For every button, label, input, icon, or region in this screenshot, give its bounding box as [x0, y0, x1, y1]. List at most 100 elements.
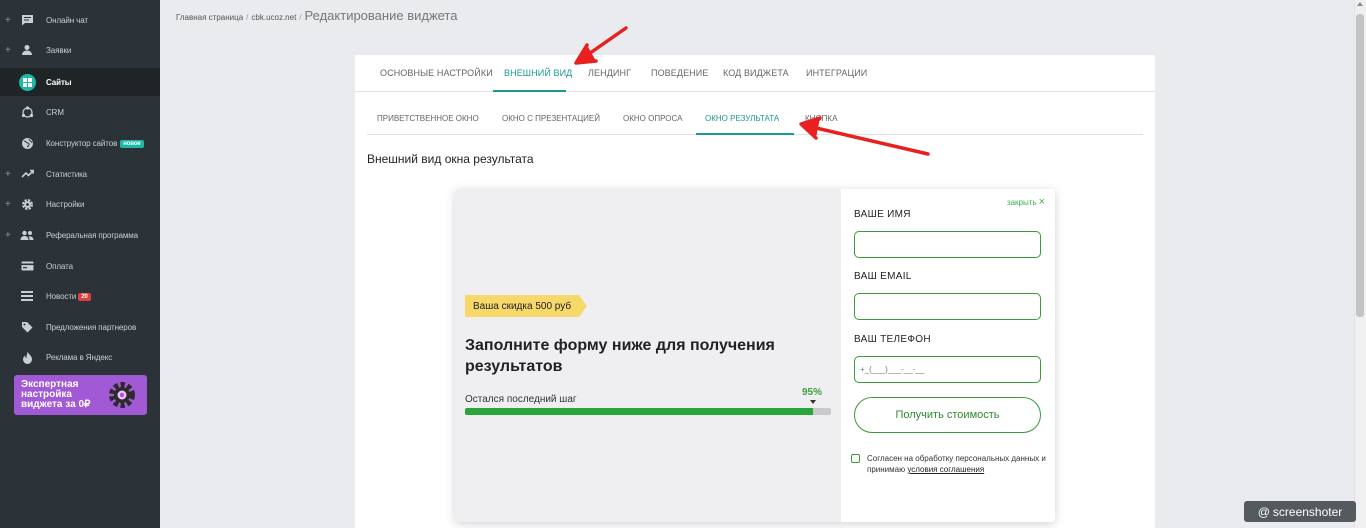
tab-appearance[interactable]: ВНЕШНИЙ ВИД [504, 68, 572, 78]
person-icon [19, 42, 35, 58]
sidebar-item-label: Сайты [46, 77, 72, 87]
sidebar-item-site-builder[interactable]: Конструктор сайтов новое [0, 129, 160, 157]
sidebar-item-label: Оплата [46, 261, 73, 271]
sidebar-item-yandex-ads[interactable]: Реклама в Яндекс [0, 343, 160, 371]
scroll-up-arrow-icon[interactable] [1357, 2, 1363, 6]
tab-presentation-window[interactable]: ОКНО С ПРЕЗЕНТАЦИЕЙ [502, 114, 600, 123]
tab-landing[interactable]: ЛЕНДИНГ [588, 68, 631, 78]
progress-marker-icon [810, 400, 816, 404]
phone-field-label: ВАШ ТЕЛЕФОН [854, 334, 931, 345]
sidebar-item-label: Настройки [46, 199, 85, 209]
sidebar-item-requests[interactable]: + Заявки [0, 36, 160, 64]
card-icon [19, 258, 35, 274]
section-title: Внешний вид окна результата [367, 152, 534, 166]
sidebar-item-label: Реферальная программа [46, 230, 139, 240]
breadcrumb-site[interactable]: cbk.ucoz.net [251, 13, 296, 22]
breadcrumb-separator: / [246, 13, 249, 22]
sidebar-item-label: Онлайн чат [46, 15, 88, 25]
expand-plus-icon[interactable]: + [5, 230, 11, 241]
active-tab-underline [493, 90, 566, 92]
sidebar-item-payment[interactable]: Оплата [0, 252, 160, 280]
name-field[interactable] [854, 231, 1041, 258]
progress-bar [465, 408, 831, 415]
sidebar-item-label: Предложения партнеров [46, 322, 137, 332]
sidebar-item-text: Конструктор сайтов [46, 138, 118, 148]
page-title: Редактирование виджета [304, 8, 458, 23]
close-label: закрыть [1006, 197, 1037, 207]
list-icon [19, 288, 35, 304]
trend-icon [19, 166, 35, 182]
phone-field[interactable] [854, 356, 1041, 383]
close-icon: × [1038, 196, 1045, 208]
screenshoter-watermark: @ screenshoter [1244, 501, 1356, 522]
sidebar-item-label: Новости 20 [46, 292, 91, 301]
close-button[interactable]: закрыть × [1007, 196, 1045, 208]
consent-checkbox[interactable] [851, 454, 860, 463]
progress-step-label: Остался последний шаг [465, 394, 577, 405]
tab-welcome-window[interactable]: ПРИВЕТСТВЕННОЕ ОКНО [377, 114, 479, 123]
tab-general-settings[interactable]: ОСНОВНЫЕ НАСТРОЙКИ [380, 68, 493, 78]
expand-plus-icon[interactable]: + [5, 15, 11, 26]
name-field-label: ВАШЕ ИМЯ [854, 209, 911, 220]
page-scrollbar[interactable] [1354, 0, 1366, 528]
expand-plus-icon[interactable]: + [5, 169, 11, 180]
active-subtab-underline [696, 133, 794, 135]
tab-button[interactable]: КНОПКА [805, 114, 837, 123]
at-icon: @ [1257, 504, 1270, 519]
breadcrumb-separator: / [299, 13, 302, 22]
tag-icon [19, 319, 35, 335]
sidebar-item-statistics[interactable]: + Статистика [0, 160, 160, 188]
sidebar: + Онлайн чат + Заявки Сайты CRM Конструк… [0, 0, 160, 528]
new-badge: новое [120, 139, 144, 148]
promo-banner[interactable]: Экспертная настройка виджета за 0₽ [14, 375, 147, 415]
tab-widget-code[interactable]: КОД ВИДЖЕТА [723, 68, 789, 78]
discount-badge: Ваша скидка 500 руб [465, 295, 588, 317]
sidebar-item-label: Заявки [46, 45, 72, 55]
sidebar-item-partner-offers[interactable]: Предложения партнеров [0, 313, 160, 341]
grid-icon [19, 73, 36, 91]
sub-tabs: ПРИВЕТСТВЕННОЕ ОКНО ОКНО С ПРЕЗЕНТАЦИЕЙ … [367, 105, 1143, 135]
news-count-badge: 20 [78, 292, 91, 301]
agreement-link[interactable]: условия соглашения [907, 465, 984, 474]
sidebar-item-referral[interactable]: + Реферальная программа [0, 221, 160, 249]
main-tabs: ОСНОВНЫЕ НАСТРОЙКИ ВНЕШНИЙ ВИД ЛЕНДИНГ П… [355, 55, 1155, 92]
sidebar-item-sites[interactable]: Сайты [0, 68, 160, 96]
sidebar-item-text: Новости [46, 291, 77, 301]
expand-plus-icon[interactable]: + [5, 199, 11, 210]
widget-left-pane: Ваша скидка 500 руб Заполните форму ниже… [455, 189, 841, 522]
expand-plus-icon[interactable]: + [5, 45, 11, 56]
breadcrumb: Главная страница / cbk.ucoz.net / Редакт… [176, 8, 457, 23]
sidebar-item-online-chat[interactable]: + Онлайн чат [0, 6, 160, 34]
email-field-label: ВАШ EMAIL [854, 271, 912, 282]
sidebar-item-news[interactable]: Новости 20 [0, 282, 160, 310]
sidebar-item-label: Статистика [46, 169, 88, 179]
sidebar-item-label: Реклама в Яндекс [46, 352, 113, 362]
watermark-text: screenshoter [1272, 504, 1343, 519]
sidebar-item-settings[interactable]: + Настройки [0, 190, 160, 218]
tab-integrations[interactable]: ИНТЕГРАЦИИ [806, 68, 867, 78]
widget-form-pane: закрыть × ВАШЕ ИМЯ ВАШ EMAIL ВАШ ТЕЛЕФОН… [841, 189, 1055, 522]
sidebar-item-label: Конструктор сайтов новое [46, 139, 144, 148]
tab-behavior[interactable]: ПОВЕДЕНИЕ [651, 68, 708, 78]
scrollbar-thumb[interactable] [1356, 14, 1364, 317]
globe-icon [19, 135, 35, 151]
gear-icon [19, 196, 35, 212]
fire-icon [19, 349, 35, 365]
gear-icon [109, 382, 135, 408]
widget-heading: Заполните форму ниже для получения резул… [465, 337, 775, 375]
breadcrumb-home[interactable]: Главная страница [176, 13, 243, 22]
promo-text: Экспертная настройка виджета за 0₽ [21, 379, 91, 410]
sidebar-item-label: CRM [46, 107, 64, 117]
widget-editor-panel: ОСНОВНЫЕ НАСТРОЙКИ ВНЕШНИЙ ВИД ЛЕНДИНГ П… [355, 55, 1155, 528]
consent-text: Согласен на обработку персональных данны… [867, 453, 1049, 475]
chat-icon [19, 12, 35, 28]
get-price-button[interactable]: Получить стоимость [854, 397, 1041, 433]
tab-result-window[interactable]: ОКНО РЕЗУЛЬТАТА [705, 114, 779, 123]
crm-icon [19, 104, 35, 120]
tab-survey-window[interactable]: ОКНО ОПРОСА [623, 114, 682, 123]
email-field[interactable] [854, 293, 1041, 320]
progress-percent: 95% [802, 387, 823, 398]
progress-bar-fill [465, 408, 813, 415]
sidebar-item-crm[interactable]: CRM [0, 98, 160, 126]
people-icon [19, 227, 35, 243]
